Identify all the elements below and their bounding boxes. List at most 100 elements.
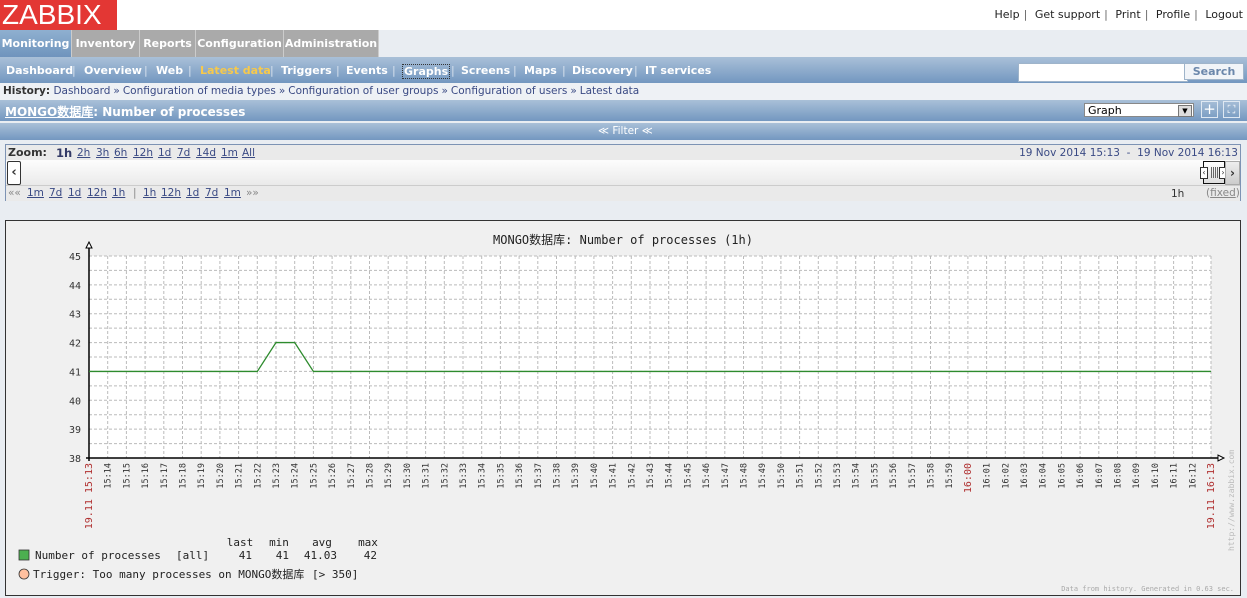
history-item[interactable]: Configuration of user groups [288, 85, 438, 97]
profile-link[interactable]: Profile [1156, 8, 1190, 21]
x-tick-label: 15:50 [777, 463, 787, 489]
y-axis-ticks: 38 39 40 41 42 43 44 45 [69, 252, 81, 465]
submenu-overview[interactable]: Overview [84, 64, 142, 77]
back-1d[interactable]: 1d [68, 187, 81, 199]
tab-configuration[interactable]: Configuration [196, 30, 284, 57]
search-input[interactable] [1018, 63, 1188, 82]
filter-toggle[interactable]: Filter [612, 125, 638, 137]
x-tick-label: 15:39 [571, 463, 581, 489]
tab-reports[interactable]: Reports [140, 30, 196, 57]
chevron-left-icon[interactable]: ‹ [1200, 167, 1208, 179]
x-tick-label: 15:29 [384, 463, 394, 489]
x-tick-label: 15:43 [646, 463, 656, 489]
view-type-select[interactable]: Graph ▼ [1084, 103, 1194, 117]
x-tick-label: 15:47 [721, 463, 731, 489]
submenu-discovery[interactable]: Discovery [572, 64, 633, 77]
submenu-screens[interactable]: Screens [461, 64, 510, 77]
zabbix-logo[interactable]: ZABBIX [0, 0, 117, 30]
zoom-7d[interactable]: 7d [177, 147, 190, 159]
x-tick-label: 15:55 [870, 463, 880, 489]
history-breadcrumb: History: Dashboard» Configuration of medi… [0, 83, 1247, 100]
x-tick-label: 15:59 [945, 463, 955, 489]
x-tick-label: 15:23 [272, 463, 282, 489]
y-tick-label: 39 [69, 425, 81, 436]
x-tick-label: 19.11 16:13 [1206, 463, 1217, 529]
x-tick-label: 15:40 [590, 463, 600, 489]
logout-link[interactable]: Logout [1205, 8, 1243, 21]
plus-icon[interactable]: + [1201, 101, 1218, 118]
period-value: 1h [1171, 188, 1185, 200]
back-1m[interactable]: 1m [27, 187, 44, 199]
search-button[interactable]: Search [1184, 63, 1244, 80]
scroll-left-button[interactable]: ‹ [7, 161, 21, 185]
x-tick-label: 15:56 [889, 463, 899, 489]
history-item[interactable]: Configuration of media types [123, 85, 276, 97]
forward-1m[interactable]: 1m [224, 187, 241, 199]
y-tick-label: 45 [69, 252, 81, 263]
x-tick-label: 16:00 [963, 463, 974, 493]
submenu-triggers[interactable]: Triggers [281, 64, 332, 77]
process-graph[interactable]: MONGO数据库: Number of processes (1h) 38 39 4… [6, 221, 1240, 595]
legend-value: 42 [364, 549, 377, 562]
period-slider[interactable]: ‹ ‹ › › [6, 160, 1240, 185]
x-tick-label: 16:04 [1039, 463, 1049, 489]
x-tick-label: 15:22 [253, 463, 263, 489]
tab-administration[interactable]: Administration [284, 30, 379, 57]
forward-1d[interactable]: 1d [186, 187, 199, 199]
scroll-right-button[interactable]: › [1225, 161, 1240, 185]
x-tick-label: 15:38 [553, 463, 563, 489]
x-tick-label: 15:18 [179, 463, 189, 489]
submenu-it-services[interactable]: IT services [645, 64, 711, 77]
top-bar: ZABBIX Help | Get support | Print | Profile… [0, 0, 1247, 30]
zoom-1d[interactable]: 1d [158, 147, 171, 159]
submenu-dashboard[interactable]: Dashboard [6, 64, 73, 77]
fixed-toggle[interactable]: (fixed) [1206, 187, 1240, 199]
tab-monitoring[interactable]: Monitoring [0, 30, 72, 57]
x-tick-label: 16:11 [1170, 463, 1180, 489]
zoom-2h[interactable]: 2h [77, 147, 90, 159]
zoom-1h[interactable]: 1h [56, 146, 72, 160]
fullscreen-icon[interactable]: ⛶ [1223, 101, 1240, 118]
x-tick-label: 16:01 [983, 463, 993, 489]
zoom-1m[interactable]: 1m [221, 147, 238, 159]
x-tick-label: 16:12 [1188, 463, 1198, 489]
forward-7d[interactable]: 7d [205, 187, 218, 199]
y-tick-label: 40 [69, 396, 81, 407]
print-link[interactable]: Print [1115, 8, 1140, 21]
page-title: MONGO数据库: Number of processes [5, 105, 246, 119]
submenu-events[interactable]: Events [346, 64, 388, 77]
submenu-maps[interactable]: Maps [524, 64, 557, 77]
host-link[interactable]: MONGO数据库 [5, 105, 93, 119]
forward-1h[interactable]: 1h [143, 187, 156, 199]
zoom-row: Zoom: 1h 2h 3h 6h 12h 1d 7d 14d 1m All 1… [6, 145, 1240, 161]
double-chevron-up-icon: ≪ [598, 125, 609, 137]
top-links: Help | Get support | Print | Profile | Logou… [994, 8, 1243, 21]
history-item[interactable]: Configuration of users [451, 85, 567, 97]
back-1h[interactable]: 1h [112, 187, 125, 199]
x-tick-label: 16:09 [1132, 463, 1142, 489]
x-tick-label: 15:57 [908, 463, 918, 489]
back-12h[interactable]: 12h [87, 187, 107, 199]
history-item[interactable]: Dashboard [53, 85, 110, 97]
zoom-3h[interactable]: 3h [96, 147, 109, 159]
tab-inventory[interactable]: Inventory [72, 30, 140, 57]
zoom-6h[interactable]: 6h [114, 147, 127, 159]
x-tick-label: 15:42 [627, 463, 637, 489]
zoom-14d[interactable]: 14d [196, 147, 216, 159]
submenu-graphs[interactable]: Graphs [402, 64, 451, 79]
zoom-12h[interactable]: 12h [133, 147, 153, 159]
back-7d[interactable]: 7d [49, 187, 62, 199]
x-tick-label: 15:15 [122, 463, 132, 489]
help-link[interactable]: Help [995, 8, 1020, 21]
submenu-latest-data[interactable]: Latest data [200, 64, 271, 77]
submenu-web[interactable]: Web [156, 64, 183, 77]
zoom-all[interactable]: All [242, 147, 255, 159]
history-item[interactable]: Latest data [580, 85, 639, 97]
get-support-link[interactable]: Get support [1035, 8, 1100, 21]
slider-thumb[interactable]: ‹ › [1200, 161, 1227, 184]
legend-swatch [18, 549, 30, 561]
forward-12h[interactable]: 12h [161, 187, 181, 199]
filter-bar[interactable]: ≪ Filter ≪ [0, 123, 1247, 140]
legend-header: avg [312, 536, 332, 549]
x-tick-label: 15:20 [216, 463, 226, 489]
